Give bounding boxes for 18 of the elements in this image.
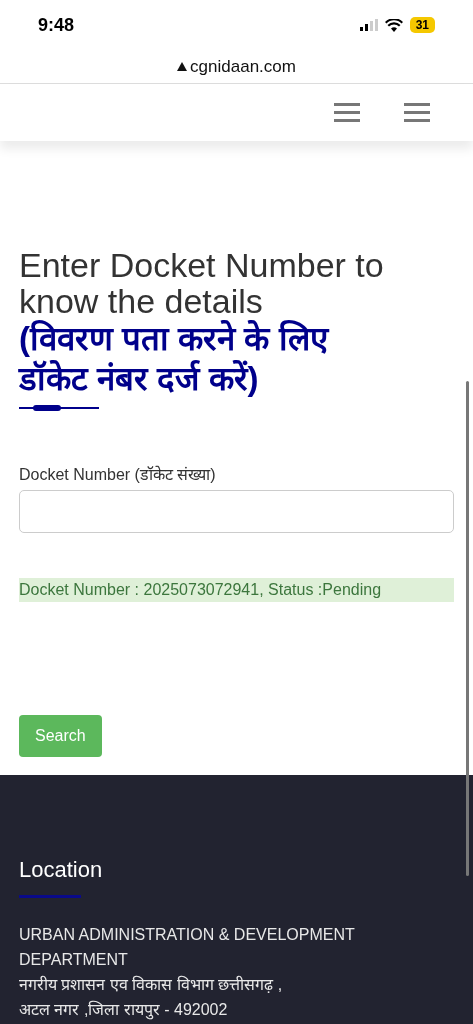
page-subtitle: (विवरण पता करने के लिए डॉकेट नंबर दर्ज करें) xyxy=(19,319,331,399)
battery-level: 31 xyxy=(409,17,435,33)
heading-underline xyxy=(19,895,81,898)
field-label: Docket Number (डॉकेट संख्या) xyxy=(19,464,217,485)
address-line: URBAN ADMINISTRATION & DEVELOPMENT DEPARTMENT xyxy=(19,925,356,970)
wifi-icon xyxy=(384,18,403,32)
menu-icon[interactable] xyxy=(404,102,430,123)
address-line: नगरीय प्रशासन एव विकास विभाग छत्तीसगढ़ , xyxy=(19,974,284,995)
address-line: अटल नगर ,जिला रायपुर - 492002 xyxy=(19,999,229,1022)
warning-icon xyxy=(177,62,188,71)
clock-time: 9:48 xyxy=(38,14,75,36)
status-message: Docket Number : 2025073072941, Status :Pending xyxy=(19,578,454,602)
url-text[interactable]: cgnidaan.com xyxy=(190,56,296,77)
signal-icon xyxy=(359,19,378,31)
menu-icon[interactable] xyxy=(334,102,360,123)
page-title: Enter Docket Number to know the details xyxy=(19,247,385,319)
docket-number-field[interactable] xyxy=(19,490,454,533)
footer-heading: Location xyxy=(19,857,104,883)
